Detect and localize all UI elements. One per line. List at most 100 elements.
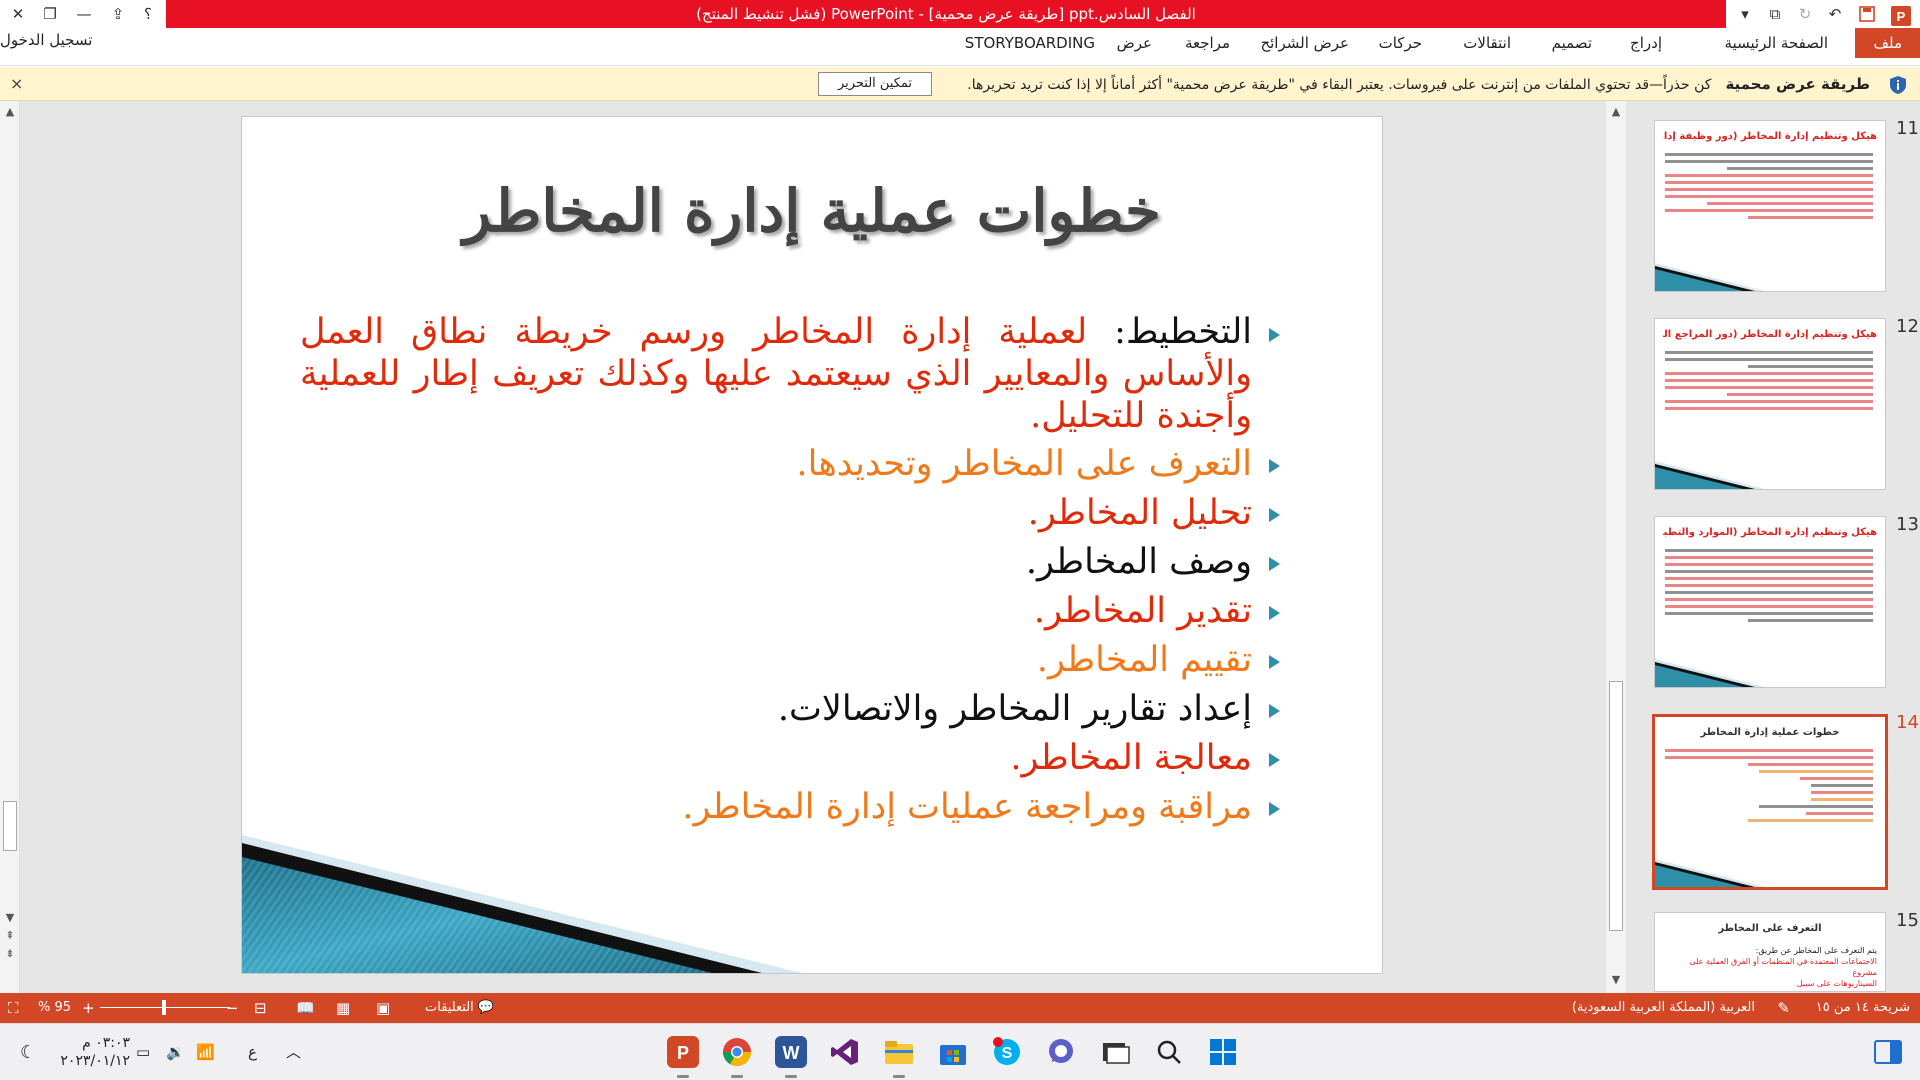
- thumbnail-decoration: [1655, 859, 1765, 887]
- desktop-app-taskbar-icon[interactable]: [1099, 1036, 1131, 1068]
- thumbnail-number-active: 14: [1896, 712, 1919, 733]
- powerpoint-taskbar-icon[interactable]: P: [667, 1036, 699, 1078]
- previous-slide-icon[interactable]: ⇞: [0, 929, 20, 942]
- save-icon[interactable]: [1854, 0, 1880, 28]
- protected-view-bar: طريقة عرض محمية كن حذراً—قد تحتوي الملفات…: [0, 67, 1920, 101]
- thumbnail-title: التعرف على المخاطر: [1718, 923, 1822, 934]
- zoom-in-icon[interactable]: +: [82, 993, 95, 1023]
- window-title: الفصل السادس.ppt [طريقة عرض محمية] - Pow…: [696, 5, 1196, 23]
- protected-view-text: كن حذراً—قد تحتوي الملفات من إنترنت على …: [967, 77, 1712, 93]
- status-bar: شريحة ١٤ من ١٥ ✎ العربية (المملكة العربي…: [0, 993, 1920, 1023]
- reading-view-icon[interactable]: 📖: [296, 993, 315, 1023]
- thumb-scrollbar-thumb[interactable]: [1609, 681, 1623, 931]
- comments-label: التعليقات: [425, 1000, 474, 1015]
- thumbnail-decoration: [1655, 461, 1765, 489]
- slide-vertical-scrollbar[interactable]: ▲ ▼ ⇞ ⇟: [0, 101, 20, 993]
- tab-animations[interactable]: حركات: [1379, 28, 1422, 58]
- tab-file[interactable]: ملف: [1855, 28, 1920, 58]
- slide-bullet-item: وصف المخاطر.: [300, 540, 1280, 584]
- start-from-beginning-icon[interactable]: ⧉: [1762, 0, 1788, 28]
- svg-text:P: P: [677, 1043, 689, 1063]
- thumbnail-slide-15[interactable]: التعرف على المخاطر يتم التعرف على المخاط…: [1654, 912, 1886, 992]
- slide-bullet-item: إعداد تقارير المخاطر والاتصالات.: [300, 687, 1280, 731]
- scrollbar-thumb[interactable]: [3, 801, 17, 851]
- next-slide-icon[interactable]: ⇟: [0, 947, 20, 960]
- protected-view-label: طريقة عرض محمية: [1725, 75, 1870, 93]
- clock-date: ٢٠٢٣/٠١/١٢: [60, 1053, 130, 1069]
- enable-editing-button[interactable]: تمكين التحرير: [818, 72, 932, 96]
- tab-transitions[interactable]: انتقالات: [1463, 28, 1511, 58]
- thumbnail-number: 12: [1896, 316, 1919, 337]
- wifi-icon[interactable]: 📶: [196, 1024, 215, 1080]
- thumbnail-text-lines: [1665, 749, 1873, 826]
- thumbnail-slide-13[interactable]: هيكل وتنظيم إدارة المخاطر (الموارد والتط…: [1654, 516, 1886, 688]
- comments-button[interactable]: 💬 التعليقات: [425, 993, 494, 1023]
- thumbnail-title: خطوات عملية إدارة المخاطر: [1700, 727, 1840, 738]
- tab-home[interactable]: الصفحة الرئيسية: [1725, 28, 1829, 58]
- slide-bullet-list: التخطيط: لعملية إدارة المخاطر ورسم خريطة…: [300, 311, 1280, 834]
- slide-bullet-item: معالجة المخاطر.: [300, 736, 1280, 780]
- powerpoint-app-icon: P: [1886, 0, 1916, 28]
- fit-to-window-icon[interactable]: ⛶: [8, 993, 19, 1023]
- language-indicator[interactable]: العربية (المملكة العربية السعودية): [1572, 993, 1755, 1023]
- thumbnail-slide-12[interactable]: هيكل وتنظيم إدارة المخاطر (دور المراجع ا…: [1654, 318, 1886, 490]
- slide-show-icon[interactable]: ⊟: [254, 993, 267, 1023]
- undo-icon[interactable]: ↶: [1822, 0, 1848, 28]
- teams-chat-taskbar-icon[interactable]: [1045, 1036, 1077, 1068]
- thumbnail-text: يتم التعرف على المخاطر عن طريق: الاجتماع…: [1663, 945, 1877, 989]
- help-button[interactable]: ؟: [136, 0, 160, 28]
- zoom-slider-thumb[interactable]: [162, 1000, 166, 1015]
- repeat-icon[interactable]: ↻: [1792, 0, 1818, 28]
- svg-text:S: S: [1002, 1045, 1013, 1062]
- battery-icon[interactable]: ▭: [136, 1024, 150, 1080]
- ribbon-display-options-icon[interactable]: ⇪: [104, 0, 132, 28]
- thumb-scroll-up-icon[interactable]: ▲: [1606, 105, 1626, 118]
- thumb-scroll-down-icon[interactable]: ▼: [1606, 973, 1626, 986]
- zoom-level[interactable]: 95 %: [38, 993, 71, 1023]
- file-explorer-taskbar-icon[interactable]: [883, 1036, 915, 1078]
- current-slide[interactable]: خطوات عملية إدارة المخاطر التخطيط: لعملي…: [241, 116, 1383, 974]
- volume-icon[interactable]: 🔉: [166, 1024, 185, 1080]
- visual-studio-taskbar-icon[interactable]: [829, 1036, 861, 1068]
- clock-time: ٠٣:٠٣ م: [82, 1035, 130, 1051]
- bullet-text: تقييم المخاطر.: [1036, 640, 1252, 680]
- normal-view-icon[interactable]: ▣: [376, 993, 390, 1023]
- search-taskbar-icon[interactable]: [1153, 1036, 1185, 1068]
- tab-slide-show[interactable]: عرض الشرائح: [1260, 28, 1349, 58]
- tab-view[interactable]: عرض: [1117, 28, 1152, 58]
- comments-icon: 💬: [473, 1000, 495, 1015]
- quick-access-customize-icon[interactable]: ▾: [1732, 0, 1758, 28]
- close-bar-icon[interactable]: ×: [10, 67, 23, 101]
- sign-in-link[interactable]: تسجيل الدخول: [0, 28, 92, 52]
- bullet-text: مراقبة ومراجعة عمليات إدارة المخاطر.: [682, 787, 1252, 827]
- restore-window-button[interactable]: ❐: [36, 0, 64, 28]
- thumbnail-scrollbar[interactable]: ▲ ▼: [1606, 101, 1626, 993]
- bullet-text: تقدير المخاطر.: [1033, 591, 1252, 631]
- tab-storyboarding[interactable]: STORYBOARDING: [965, 28, 1095, 58]
- tab-insert[interactable]: إدراج: [1630, 28, 1662, 58]
- title-bar-red-band: الفصل السادس.ppt [طريقة عرض محمية] - Pow…: [166, 0, 1726, 28]
- scroll-up-arrow-icon[interactable]: ▲: [0, 105, 20, 118]
- system-clock[interactable]: ٠٣:٠٣ م ٢٠٢٣/٠١/١٢: [20, 1034, 130, 1070]
- word-taskbar-icon[interactable]: W: [775, 1036, 807, 1078]
- thumbnail-slide-11[interactable]: هيكل وتنظيم إدارة المخاطر (دور وظيفة إدا…: [1654, 120, 1886, 292]
- scroll-down-arrow-icon[interactable]: ▼: [0, 911, 20, 924]
- show-desktop-panel-icon[interactable]: [1872, 1036, 1904, 1068]
- spelling-icon[interactable]: ✎: [1777, 993, 1790, 1023]
- tab-design[interactable]: تصميم: [1552, 28, 1592, 58]
- microsoft-store-taskbar-icon[interactable]: [937, 1036, 969, 1068]
- input-language[interactable]: ع: [248, 1024, 257, 1080]
- windows-start-icon[interactable]: [1207, 1036, 1239, 1068]
- zoom-out-icon[interactable]: −: [226, 993, 239, 1023]
- minimize-window-button[interactable]: —: [70, 0, 98, 28]
- shield-info-icon: [1890, 76, 1906, 94]
- slide-sorter-icon[interactable]: ▦: [336, 993, 350, 1023]
- close-window-button[interactable]: ✕: [4, 0, 32, 28]
- skype-taskbar-icon[interactable]: S: [991, 1036, 1023, 1068]
- chrome-taskbar-icon[interactable]: [721, 1036, 753, 1078]
- thumbnail-number: 11: [1896, 118, 1919, 139]
- thumbnail-slide-14-selected[interactable]: خطوات عملية إدارة المخاطر: [1652, 714, 1888, 890]
- show-hidden-icons-chevron-icon[interactable]: ︿: [286, 1024, 301, 1080]
- tab-review[interactable]: مراجعة: [1185, 28, 1230, 58]
- notifications-moon-icon[interactable]: ☾: [20, 1024, 36, 1080]
